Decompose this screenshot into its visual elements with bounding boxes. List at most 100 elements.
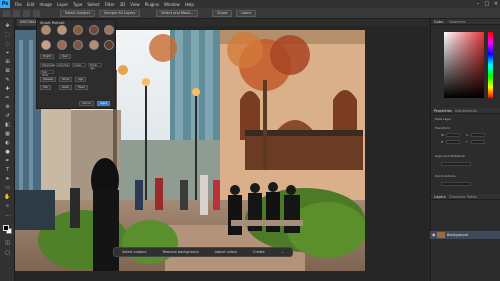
select-and-mask-button[interactable]: Select and Mask...	[156, 9, 199, 17]
tab-paths[interactable]: Paths	[467, 194, 477, 200]
preset-glasses-button[interactable]: Glasses	[40, 77, 56, 82]
tab-swatches[interactable]: Swatches	[449, 19, 466, 25]
visibility-eye-icon[interactable]: ◉	[432, 232, 436, 237]
select-subject-button[interactable]: Select Subject	[60, 9, 95, 17]
layer-name: Background	[447, 233, 468, 237]
slider-facial-age[interactable]: Facial age	[88, 63, 102, 70]
share-button[interactable]: Share	[212, 9, 233, 17]
slider-anger[interactable]: Anger	[72, 63, 86, 67]
menu-filter[interactable]: Filter	[105, 2, 115, 7]
pen-tool-icon[interactable]: ✒	[4, 158, 11, 164]
minimize-icon[interactable]: –	[475, 1, 481, 7]
marquee-tool-icon[interactable]: ⬚	[4, 32, 11, 38]
face-thumbnail[interactable]	[89, 40, 99, 50]
menu-type[interactable]: Type	[73, 2, 82, 7]
face-thumbnail[interactable]	[73, 25, 83, 35]
screen-mode-icon[interactable]: ▢	[4, 250, 11, 256]
add-selection-icon[interactable]	[33, 9, 40, 17]
face-thumbnail[interactable]	[41, 40, 51, 50]
close-icon[interactable]: ×	[493, 1, 499, 7]
learn-button[interactable]: Learn	[236, 9, 257, 17]
slider-surprise[interactable]: Surprise	[56, 63, 70, 67]
face-thumbnail[interactable]	[104, 25, 114, 35]
face-thumbnail[interactable]	[104, 40, 114, 50]
maximize-icon[interactable]: □	[484, 1, 490, 7]
slider-hair[interactable]: Hair thick	[40, 70, 54, 77]
healing-brush-icon[interactable]: ✚	[4, 86, 11, 92]
task-remove-background[interactable]: Remove background	[163, 250, 199, 254]
eraser-tool-icon[interactable]: ◧	[4, 122, 11, 128]
preset-hair-button[interactable]: Hair	[40, 85, 52, 90]
tab-channels[interactable]: Channels	[449, 194, 465, 200]
tool-preset-icon[interactable]	[13, 9, 20, 17]
cancel-button[interactable]: Cancel	[79, 101, 94, 106]
face-thumbnail[interactable]	[57, 25, 67, 35]
slider-happiness[interactable]: Happiness	[40, 63, 55, 67]
quick-mask-icon[interactable]: ◫	[4, 240, 11, 246]
height-label: H	[441, 140, 444, 144]
task-create[interactable]: Create	[253, 250, 265, 254]
path-select-icon[interactable]: ➤	[4, 176, 11, 182]
preset-dark-button[interactable]: Dark	[59, 54, 72, 59]
menu-window[interactable]: Window	[164, 2, 180, 7]
menu-layer[interactable]: Layer	[57, 2, 68, 7]
apply-button[interactable]: Apply	[97, 101, 111, 106]
preset-gaze-button[interactable]: Gaze	[59, 85, 72, 90]
object-select-icon[interactable]: ⌖	[4, 50, 11, 56]
sample-all-layers-checkbox[interactable]: Sample All Layers	[99, 9, 141, 17]
preset-head-button[interactable]: Head	[75, 85, 88, 90]
face-thumbnail[interactable]	[73, 40, 83, 50]
menu-view[interactable]: View	[130, 2, 140, 7]
lasso-tool-icon[interactable]: ◌	[4, 41, 11, 47]
photoshop-logo: Ps	[0, 0, 10, 8]
hue-slider[interactable]	[488, 32, 493, 98]
layer-row-background[interactable]: ◉ Background	[430, 231, 500, 239]
menu-plugins[interactable]: Plugins	[145, 2, 159, 7]
move-tool-icon[interactable]: ✥	[4, 23, 11, 29]
y-field[interactable]	[471, 140, 485, 144]
task-select-subject[interactable]: Select subject	[122, 250, 147, 254]
align-controls[interactable]	[441, 162, 471, 166]
face-thumbnail[interactable]	[41, 25, 51, 35]
width-field[interactable]	[446, 133, 460, 137]
frame-tool-icon[interactable]: ⊠	[4, 68, 11, 74]
menu-file[interactable]: File	[15, 2, 22, 7]
face-thumbnail[interactable]	[89, 25, 99, 35]
x-field[interactable]	[471, 133, 485, 137]
edit-toolbar-icon[interactable]: …	[4, 212, 11, 218]
tab-adjustments[interactable]: Adjustments	[455, 108, 477, 114]
color-picker-field[interactable]	[444, 32, 484, 98]
eyedropper-icon[interactable]: ✎	[4, 77, 11, 83]
menu-3d[interactable]: 3D	[120, 2, 126, 7]
rectangle-tool-icon[interactable]: ▭	[4, 185, 11, 191]
y-label: Y	[466, 140, 468, 144]
height-field[interactable]	[446, 140, 460, 144]
zoom-tool-icon[interactable]: ⌕	[4, 203, 11, 209]
task-more-icon[interactable]: ...	[281, 250, 284, 254]
new-selection-icon[interactable]	[23, 9, 30, 17]
preset-age-button[interactable]: Age	[75, 77, 87, 82]
foreground-color-swatch[interactable]	[3, 225, 9, 231]
crop-tool-icon[interactable]: ⊞	[4, 59, 11, 65]
home-icon[interactable]	[3, 9, 10, 17]
remove-background-action[interactable]	[441, 182, 471, 186]
tab-properties[interactable]: Properties	[434, 108, 452, 114]
preset-smile-button[interactable]: Smile	[59, 77, 73, 82]
hand-tool-icon[interactable]: ✋	[4, 194, 11, 200]
menu-image[interactable]: Image	[39, 2, 52, 7]
blur-tool-icon[interactable]: ◐	[4, 140, 11, 146]
face-thumbnail[interactable]	[57, 40, 67, 50]
type-tool-icon[interactable]: T	[4, 167, 11, 173]
menu-edit[interactable]: Edit	[27, 2, 35, 7]
history-brush-icon[interactable]: ↺	[4, 113, 11, 119]
dodge-tool-icon[interactable]: ●	[4, 149, 11, 155]
gradient-tool-icon[interactable]: ▦	[4, 131, 11, 137]
task-adjust-colors[interactable]: Adjust colors	[215, 250, 238, 254]
menu-help[interactable]: Help	[185, 2, 194, 7]
menu-select[interactable]: Select	[87, 2, 99, 7]
tab-layers[interactable]: Layers	[434, 194, 446, 200]
clone-stamp-icon[interactable]: ⊛	[4, 104, 11, 110]
preset-bright-button[interactable]: Bright	[40, 54, 54, 59]
tab-color[interactable]: Color	[434, 19, 443, 25]
brush-tool-icon[interactable]: ✏	[4, 95, 11, 101]
